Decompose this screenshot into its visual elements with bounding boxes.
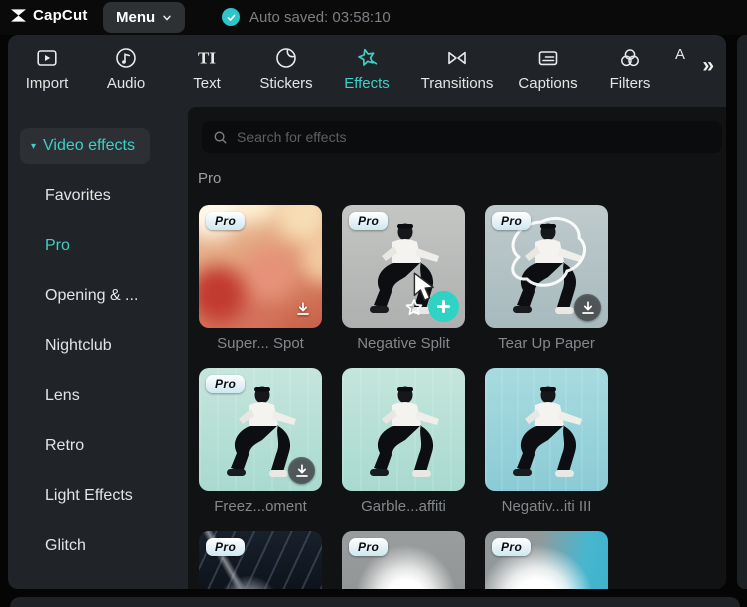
- hover-overlay: [342, 205, 465, 328]
- capcut-logo-text: CapCut: [33, 7, 88, 24]
- section-title: Pro: [198, 170, 222, 187]
- effect-thumbnail[interactable]: [342, 368, 465, 491]
- audio-icon: [114, 46, 138, 70]
- mouse-cursor-icon: [412, 272, 436, 303]
- download-icon: [294, 463, 310, 479]
- search-input[interactable]: [237, 129, 711, 145]
- autosave-text: Auto saved: 03:58:10: [249, 8, 391, 26]
- download-icon: [580, 300, 596, 316]
- chevron-down-icon: [162, 13, 172, 23]
- filters-icon: [618, 46, 642, 70]
- sidebar-item-glitch[interactable]: Glitch: [8, 521, 188, 571]
- stickers-icon: [274, 46, 298, 70]
- effect-name: Freez...oment: [214, 497, 307, 515]
- effect-thumbnail[interactable]: Pro: [199, 531, 322, 589]
- download-button[interactable]: [291, 297, 315, 321]
- effect-card: Pro: [485, 531, 608, 589]
- toolbar-tab-import[interactable]: Import: [9, 46, 85, 92]
- top-bar: CapCut Menu Auto saved: 03:58:10: [0, 0, 747, 35]
- text-icon: [195, 46, 219, 70]
- pro-badge: Pro: [492, 538, 532, 556]
- menu-button-label: Menu: [116, 9, 156, 26]
- toolbar-tab-transitions[interactable]: Transitions: [419, 46, 495, 92]
- sidebar-item-light-effects[interactable]: Light Effects: [8, 471, 188, 521]
- toolbar-overflow-button[interactable]: »: [702, 55, 714, 76]
- toolbar-tab-stickers[interactable]: Stickers: [248, 46, 324, 92]
- dancer-figure: [485, 368, 608, 491]
- effect-card: Garble...affiti: [342, 368, 465, 521]
- autosave-check-icon: [222, 8, 240, 26]
- pro-badge: Pro: [206, 538, 246, 556]
- effect-card: Negativ...iti III: [485, 368, 608, 521]
- sidebar-item-opening[interactable]: Opening & ...: [8, 271, 188, 321]
- toolbar: Import Audio Text Stickers Effects Trans…: [8, 35, 726, 107]
- sidebar-item-pro[interactable]: Pro: [8, 221, 188, 271]
- effects-icon: [355, 46, 379, 70]
- sidebar-category-pill: ▾ Video effects: [20, 128, 150, 164]
- transitions-icon: [445, 46, 469, 70]
- effect-thumbnail[interactable]: [485, 368, 608, 491]
- effect-name: Super... Spot: [217, 334, 304, 352]
- effects-content: Pro Pro Super... Spot Pro: [188, 107, 726, 589]
- toolbar-tab-filters[interactable]: Filters: [592, 46, 668, 92]
- download-icon: [295, 301, 311, 317]
- effect-card: Pro Super... Spot: [199, 205, 322, 358]
- capcut-logo: CapCut: [9, 7, 88, 24]
- dancer-figure: [342, 368, 465, 491]
- search-bar[interactable]: [202, 121, 722, 153]
- toolbar-tab-effects[interactable]: Effects: [329, 46, 405, 92]
- pro-badge: Pro: [206, 212, 246, 230]
- download-button[interactable]: [288, 457, 315, 484]
- timeline-panel-edge: [10, 597, 740, 607]
- autosave-status: Auto saved: 03:58:10: [222, 8, 391, 26]
- effect-card: Pro: [342, 531, 465, 589]
- effect-thumbnail[interactable]: Pro: [485, 531, 608, 589]
- sidebar-item-retro[interactable]: Retro: [8, 421, 188, 471]
- pro-badge: Pro: [206, 375, 246, 393]
- effect-thumbnail[interactable]: Pro: [199, 205, 322, 328]
- import-icon: [35, 46, 59, 70]
- effects-sidebar: ▾ Video effects Favorites Pro Opening & .…: [8, 107, 188, 589]
- effect-thumbnail[interactable]: Pro: [485, 205, 608, 328]
- effect-name: Negative Split: [357, 334, 450, 352]
- caret-down-icon: ▾: [31, 140, 37, 152]
- toolbar-tab-a[interactable]: A: [660, 46, 700, 63]
- toolbar-tab-audio[interactable]: Audio: [88, 46, 164, 92]
- menu-button[interactable]: Menu: [103, 2, 186, 33]
- download-button[interactable]: [574, 294, 601, 321]
- effect-name: Negativ...iti III: [501, 497, 592, 515]
- media-library-panel: Import Audio Text Stickers Effects Trans…: [8, 35, 726, 589]
- preview-panel-edge: [737, 35, 747, 589]
- effect-card: Pro Freez...oment: [199, 368, 322, 521]
- effect-thumbnail[interactable]: Pro: [342, 205, 465, 328]
- effect-card: Pro Tear Up Paper: [485, 205, 608, 358]
- effects-grid: Pro Super... Spot Pro Negative Split Pro…: [199, 205, 608, 589]
- toolbar-tab-captions[interactable]: Captions: [510, 46, 586, 92]
- capcut-logo-icon: [9, 8, 28, 23]
- sidebar-item-favorites[interactable]: Favorites: [8, 171, 188, 221]
- sidebar-item-nightclub[interactable]: Nightclub: [8, 321, 188, 371]
- effect-thumbnail[interactable]: Pro: [199, 368, 322, 491]
- captions-icon: [536, 46, 560, 70]
- effect-thumbnail[interactable]: Pro: [342, 531, 465, 589]
- toolbar-tab-text[interactable]: Text: [169, 46, 245, 92]
- effect-card: Pro Negative Split: [342, 205, 465, 358]
- effect-name: Tear Up Paper: [498, 334, 595, 352]
- sidebar-item-video-effects[interactable]: ▾ Video effects: [8, 121, 188, 171]
- pro-badge: Pro: [349, 538, 389, 556]
- effect-name: Garble...affiti: [361, 497, 446, 515]
- pro-badge: Pro: [492, 212, 532, 230]
- sidebar-item-lens[interactable]: Lens: [8, 371, 188, 421]
- search-icon: [213, 130, 228, 145]
- effect-card: Pro: [199, 531, 322, 589]
